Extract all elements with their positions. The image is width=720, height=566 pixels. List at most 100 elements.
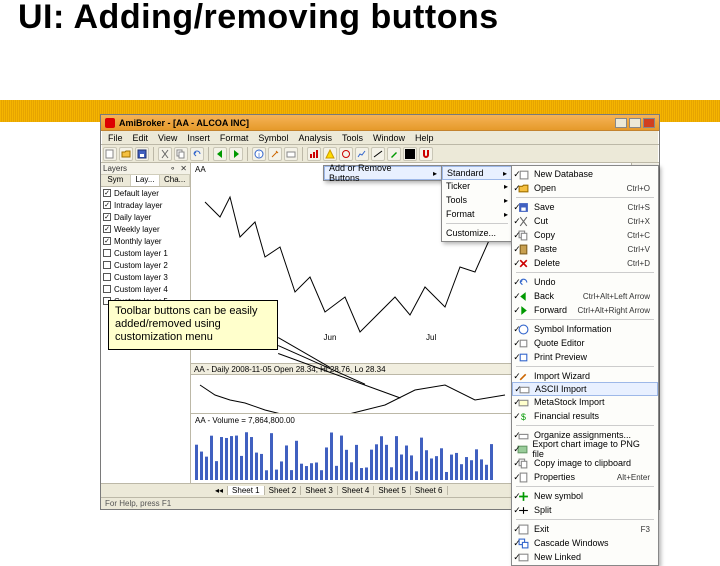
magnet-button[interactable] bbox=[419, 147, 433, 161]
submenu-item[interactable]: Ticker▸ bbox=[442, 179, 512, 193]
layer-row[interactable]: Monthly layer bbox=[101, 235, 190, 247]
commands-menu[interactable]: ✓New Database✓OpenCtrl+O ✓SaveCtrl+S✓CutC… bbox=[511, 165, 659, 566]
layer-checkbox[interactable] bbox=[103, 285, 111, 293]
menu-tools[interactable]: Tools bbox=[339, 133, 366, 143]
layer-checkbox[interactable] bbox=[103, 273, 111, 281]
tab-symbols[interactable]: Sym bbox=[101, 175, 131, 186]
command-item[interactable]: ✓PasteCtrl+V bbox=[512, 242, 658, 256]
menu-view[interactable]: View bbox=[155, 133, 180, 143]
analysis-button[interactable] bbox=[307, 147, 321, 161]
submenu-item[interactable]: Tools▸ bbox=[442, 193, 512, 207]
layer-checkbox[interactable] bbox=[103, 189, 111, 197]
add-remove-menu[interactable]: Add or Remove Buttons▸ bbox=[323, 165, 443, 181]
menu-edit[interactable]: Edit bbox=[130, 133, 152, 143]
ascii-button[interactable] bbox=[284, 147, 298, 161]
pen-button[interactable] bbox=[387, 147, 401, 161]
forward-button[interactable] bbox=[229, 147, 243, 161]
menu-analysis[interactable]: Analysis bbox=[295, 133, 335, 143]
layer-checkbox[interactable] bbox=[103, 201, 111, 209]
minimize-button[interactable] bbox=[615, 118, 627, 128]
command-label: Open bbox=[534, 183, 556, 193]
layer-checkbox[interactable] bbox=[103, 225, 111, 233]
tab-layers[interactable]: Lay... bbox=[131, 175, 161, 186]
command-item[interactable]: ✓Quote Editor bbox=[512, 336, 658, 350]
command-item[interactable]: ✓Undo bbox=[512, 275, 658, 289]
command-item[interactable]: ✓OpenCtrl+O bbox=[512, 181, 658, 195]
command-item[interactable]: ✓ForwardCtrl+Alt+Right Arrow bbox=[512, 303, 658, 317]
line-button[interactable] bbox=[371, 147, 385, 161]
command-item[interactable]: ✓CutCtrl+X bbox=[512, 214, 658, 228]
command-item[interactable]: ✓ASCII Import bbox=[512, 382, 658, 396]
command-item[interactable]: ✓DeleteCtrl+D bbox=[512, 256, 658, 270]
sheet-tab[interactable]: Sheet 2 bbox=[265, 486, 302, 495]
command-item[interactable]: ✓Symbol Information bbox=[512, 322, 658, 336]
layer-row[interactable]: Daily layer bbox=[101, 211, 190, 223]
sheet-tab[interactable]: Sheet 6 bbox=[411, 486, 448, 495]
color-button[interactable] bbox=[403, 147, 417, 161]
undo-button[interactable] bbox=[190, 147, 204, 161]
command-item[interactable]: ✓BackCtrl+Alt+Left Arrow bbox=[512, 289, 658, 303]
command-label: Paste bbox=[534, 244, 557, 254]
tab-charts[interactable]: Cha... bbox=[160, 175, 190, 186]
info-button[interactable]: i bbox=[252, 147, 266, 161]
command-item[interactable]: ✓Export chart image to PNG file bbox=[512, 442, 658, 456]
command-item[interactable]: ✓Cascade Windows bbox=[512, 536, 658, 550]
back-button[interactable] bbox=[213, 147, 227, 161]
copy-button[interactable] bbox=[174, 147, 188, 161]
cut-button[interactable] bbox=[158, 147, 172, 161]
sheet-nav-prev[interactable]: ◂◂ bbox=[211, 486, 228, 495]
layer-row[interactable]: Intraday layer bbox=[101, 199, 190, 211]
save-button[interactable] bbox=[135, 147, 149, 161]
submenu-item[interactable]: Standard▸ bbox=[442, 166, 512, 180]
toolbar-picker-menu[interactable]: Standard▸Ticker▸Tools▸Format▸ Customize..… bbox=[441, 165, 513, 242]
submenu-item[interactable]: Format▸ bbox=[442, 207, 512, 221]
alert-button[interactable] bbox=[323, 147, 337, 161]
command-label: Delete bbox=[534, 258, 560, 268]
menu-format[interactable]: Format bbox=[217, 133, 252, 143]
command-item[interactable]: ✓CopyCtrl+C bbox=[512, 228, 658, 242]
layer-row[interactable]: Custom layer 4 bbox=[101, 283, 190, 295]
command-item[interactable]: ✓ExitF3 bbox=[512, 522, 658, 536]
menu-help[interactable]: Help bbox=[412, 133, 437, 143]
menu-file[interactable]: File bbox=[105, 133, 126, 143]
layer-row[interactable]: Custom layer 3 bbox=[101, 271, 190, 283]
layer-row[interactable]: Custom layer 2 bbox=[101, 259, 190, 271]
command-item[interactable]: ✓New symbol bbox=[512, 489, 658, 503]
command-item[interactable]: ✓$Financial results bbox=[512, 409, 658, 423]
panel-controls[interactable]: ⚬ ✕ bbox=[169, 164, 188, 173]
menu-insert[interactable]: Insert bbox=[184, 133, 213, 143]
sheet-tab[interactable]: Sheet 3 bbox=[301, 486, 338, 495]
chart-button[interactable] bbox=[355, 147, 369, 161]
menu-window[interactable]: Window bbox=[370, 133, 408, 143]
layer-row[interactable]: Custom layer 1 bbox=[101, 247, 190, 259]
layer-row[interactable]: Default layer bbox=[101, 187, 190, 199]
command-item[interactable]: ✓SaveCtrl+S bbox=[512, 200, 658, 214]
submenu-item[interactable]: Customize... bbox=[442, 226, 512, 240]
command-item[interactable]: ✓MetaStock Import bbox=[512, 395, 658, 409]
wizard-button[interactable] bbox=[268, 147, 282, 161]
command-item[interactable]: ✓New Database bbox=[512, 167, 658, 181]
layer-checkbox[interactable] bbox=[103, 261, 111, 269]
close-button[interactable] bbox=[643, 118, 655, 128]
command-label: Properties bbox=[534, 472, 575, 482]
layer-checkbox[interactable] bbox=[103, 237, 111, 245]
command-item[interactable]: ✓New Linked bbox=[512, 550, 658, 564]
maximize-button[interactable] bbox=[629, 118, 641, 128]
layer-checkbox[interactable] bbox=[103, 213, 111, 221]
command-item[interactable]: ✓Copy image to clipboard bbox=[512, 456, 658, 470]
command-label: Print Preview bbox=[534, 352, 587, 362]
sheet-tab[interactable]: Sheet 4 bbox=[338, 486, 375, 495]
command-item[interactable]: ✓PropertiesAlt+Enter bbox=[512, 470, 658, 484]
command-item[interactable]: ✓Import Wizard bbox=[512, 369, 658, 383]
command-label: Split bbox=[534, 505, 552, 515]
command-item[interactable]: ✓Print Preview bbox=[512, 350, 658, 364]
layer-row[interactable]: Weekly layer bbox=[101, 223, 190, 235]
sheet-tab[interactable]: Sheet 5 bbox=[374, 486, 411, 495]
command-item[interactable]: ✓Split bbox=[512, 503, 658, 517]
new-button[interactable] bbox=[103, 147, 117, 161]
menu-symbol[interactable]: Symbol bbox=[255, 133, 291, 143]
circle-button[interactable] bbox=[339, 147, 353, 161]
open-button[interactable] bbox=[119, 147, 133, 161]
sheet-tab[interactable]: Sheet 1 bbox=[228, 486, 265, 495]
layer-checkbox[interactable] bbox=[103, 249, 111, 257]
